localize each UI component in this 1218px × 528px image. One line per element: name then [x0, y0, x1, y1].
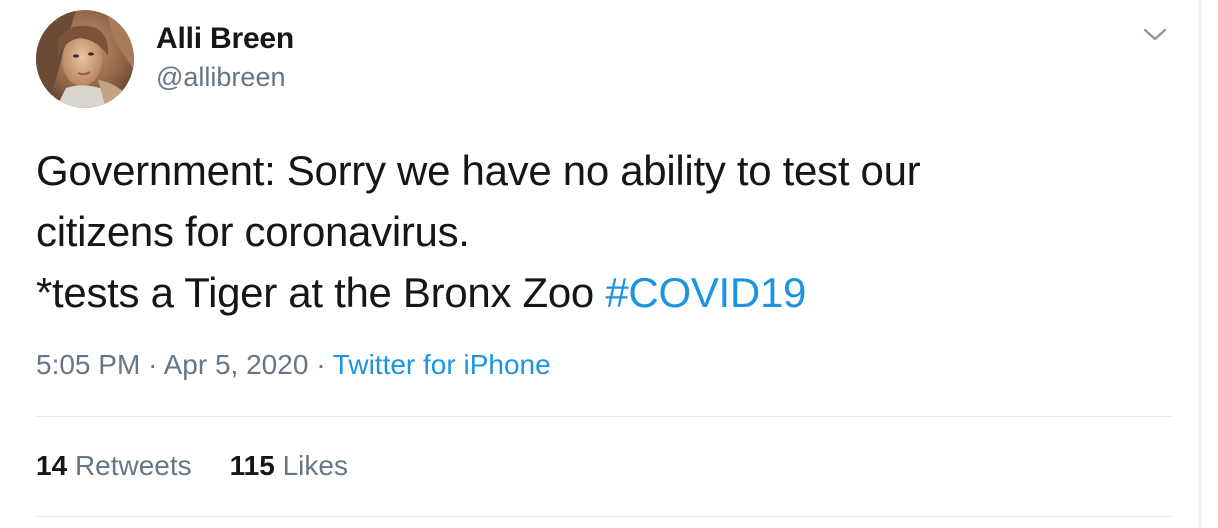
tweet-stats: 14 Retweets 115 Likes [36, 450, 348, 482]
tweet-date[interactable]: Apr 5, 2020 [164, 349, 309, 380]
likes-count: 115 [229, 450, 275, 481]
display-name[interactable]: Alli Breen [156, 22, 294, 56]
likes-stat[interactable]: 115 Likes [230, 450, 348, 482]
avatar-image [36, 10, 134, 108]
divider [36, 516, 1172, 517]
tweet-line: citizens for coronavirus. [36, 208, 470, 255]
tweet-text: Government: Sorry we have no ability to … [36, 140, 1156, 323]
tweet-line: *tests a Tiger at the Bronx Zoo #COVID19 [36, 262, 1156, 323]
meta-separator: · [316, 349, 326, 380]
chevron-down-icon[interactable] [1140, 22, 1170, 48]
avatar[interactable] [36, 10, 134, 108]
tweet-card: Alli Breen @allibreen Government: Sorry … [0, 0, 1201, 528]
user-handle[interactable]: @allibreen [156, 62, 285, 93]
retweets-count: 14 [36, 450, 68, 481]
tweet-meta: 5:05 PM · Apr 5, 2020 · Twitter for iPho… [36, 349, 551, 381]
likes-label: Likes [282, 450, 348, 481]
tweet-time[interactable]: 5:05 PM [36, 349, 140, 380]
tweet-line: Government: Sorry we have no ability to … [36, 147, 921, 194]
retweets-label: Retweets [74, 450, 192, 481]
hashtag-link[interactable]: #COVID19 [605, 269, 806, 316]
tweet-source-link[interactable]: Twitter for iPhone [333, 349, 551, 380]
meta-separator: · [148, 349, 158, 380]
retweets-stat[interactable]: 14 Retweets [36, 450, 192, 482]
tweet-line-text: *tests a Tiger at the Bronx Zoo [36, 269, 594, 316]
divider [36, 416, 1172, 417]
